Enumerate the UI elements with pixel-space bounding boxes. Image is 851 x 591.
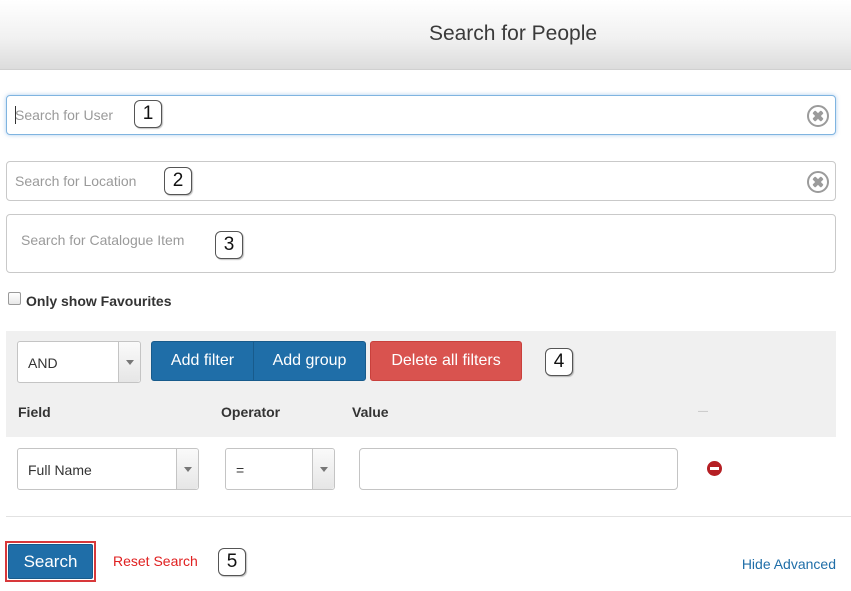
search-user-field[interactable] [6, 95, 836, 135]
field-select-value: Full Name [28, 462, 92, 478]
logic-select-value: AND [28, 355, 58, 371]
search-location-input[interactable] [15, 162, 160, 200]
column-header-actions: — [698, 406, 708, 417]
favourites-label: Only show Favourites [26, 293, 172, 309]
callout-number: 4 [545, 348, 573, 376]
operator-select[interactable]: = [225, 448, 335, 490]
page-title: Search for People [428, 22, 598, 45]
field-select[interactable]: Full Name [17, 448, 199, 490]
callout-number: 3 [215, 231, 243, 259]
logic-select[interactable]: AND [17, 341, 141, 383]
search-catalogue-placeholder: Search for Catalogue Item [21, 232, 185, 248]
chevron-down-icon[interactable] [118, 342, 140, 382]
divider [6, 516, 851, 517]
search-button[interactable]: Search [8, 544, 93, 579]
add-filter-button[interactable]: Add filter [151, 341, 254, 381]
callout-number: 1 [134, 100, 162, 128]
delete-all-filters-button[interactable]: Delete all filters [370, 341, 522, 381]
callout-number: 2 [164, 167, 192, 195]
chevron-down-icon[interactable] [312, 449, 334, 489]
add-group-button[interactable]: Add group [253, 341, 366, 381]
column-header-operator: Operator [221, 404, 281, 420]
clear-icon[interactable] [807, 171, 829, 193]
remove-filter-icon[interactable] [707, 461, 722, 476]
search-location-field[interactable] [6, 161, 836, 201]
reset-search-link[interactable]: Reset Search [113, 553, 198, 569]
operator-select-value: = [236, 462, 245, 478]
page-header: Search for People [0, 0, 851, 70]
callout-number: 5 [218, 548, 246, 576]
search-user-input[interactable] [15, 96, 127, 134]
column-header-value: Value [352, 404, 389, 420]
column-header-field: Field [18, 404, 51, 420]
clear-icon[interactable] [807, 105, 829, 127]
filter-value-input[interactable] [359, 448, 678, 490]
favourites-checkbox[interactable] [8, 292, 21, 305]
chevron-down-icon[interactable] [176, 449, 198, 489]
hide-advanced-link[interactable]: Hide Advanced [742, 556, 836, 572]
search-catalogue-field[interactable]: Search for Catalogue Item [6, 214, 836, 273]
text-caret [15, 106, 16, 124]
